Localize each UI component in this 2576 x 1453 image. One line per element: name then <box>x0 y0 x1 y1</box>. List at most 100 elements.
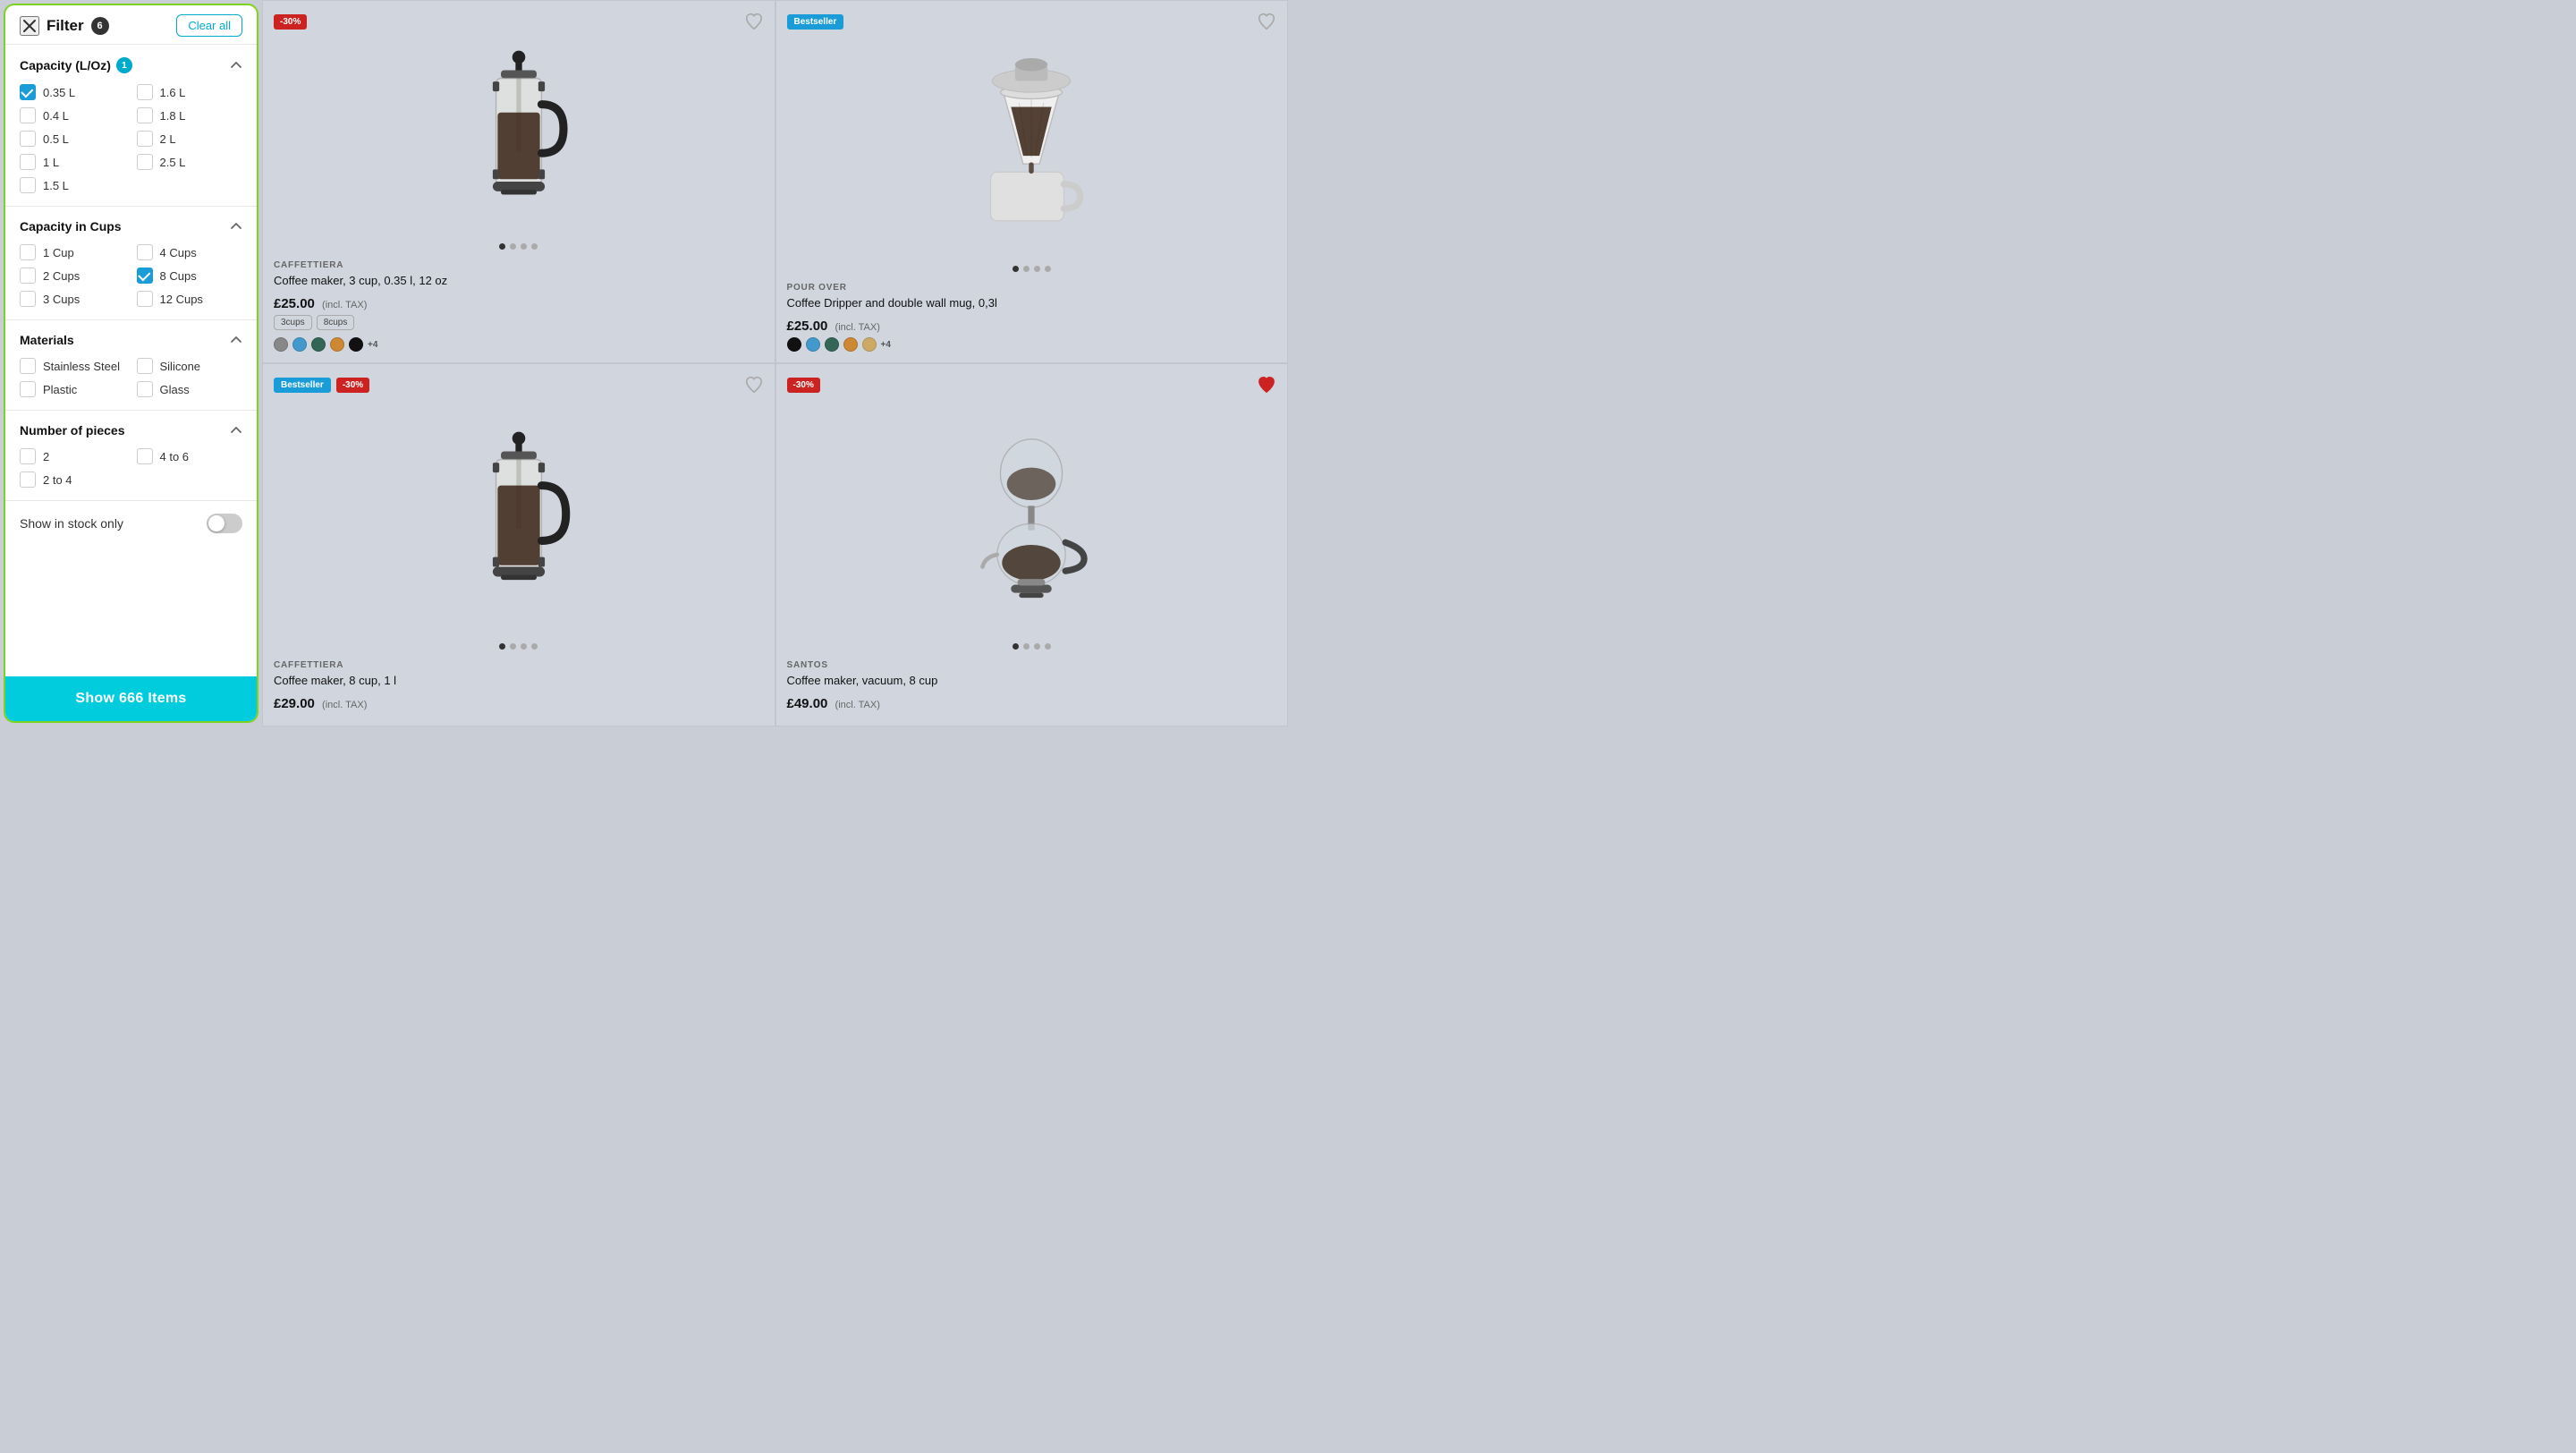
card4-tax: (incl. TAX) <box>835 700 880 710</box>
checkbox-2pieces-box[interactable] <box>20 448 36 464</box>
checkbox-glass-box[interactable] <box>137 381 153 397</box>
card2-name: Coffee Dripper and double wall mug, 0,3l <box>787 296 1277 311</box>
product-card-3: Bestseller -30% <box>262 363 775 726</box>
checkbox-4cups-label: 4 Cups <box>160 246 197 259</box>
checkbox-8cups-box[interactable] <box>137 268 153 284</box>
checkbox-glass[interactable]: Glass <box>137 381 243 397</box>
checkbox-3cups-box[interactable] <box>20 291 36 307</box>
checkbox-25l[interactable]: 2.5 L <box>137 154 243 170</box>
card1-dots <box>274 243 764 250</box>
checkbox-1cup[interactable]: 1 Cup <box>20 244 126 260</box>
num-pieces-options: 2 4 to 6 2 to 4 <box>20 448 242 488</box>
checkbox-04l-box[interactable] <box>20 107 36 123</box>
checkbox-2pieces[interactable]: 2 <box>20 448 126 464</box>
checkbox-plastic-box[interactable] <box>20 381 36 397</box>
checkbox-1l[interactable]: 1 L <box>20 154 126 170</box>
card2-image <box>787 37 1277 259</box>
checkbox-15l-box[interactable] <box>20 177 36 193</box>
checkbox-stainless[interactable]: Stainless Steel <box>20 358 126 374</box>
checkbox-4cups[interactable]: 4 Cups <box>137 244 243 260</box>
checkbox-18l[interactable]: 1.8 L <box>137 107 243 123</box>
clear-all-button[interactable]: Clear all <box>176 14 242 37</box>
checkbox-plastic[interactable]: Plastic <box>20 381 126 397</box>
checkbox-1cup-label: 1 Cup <box>43 246 74 259</box>
card3-product-image <box>456 429 581 608</box>
card2-tax: (incl. TAX) <box>835 322 880 333</box>
show-in-stock-toggle[interactable] <box>207 514 242 533</box>
checkbox-4to6-box[interactable] <box>137 448 153 464</box>
card1-wishlist-button[interactable] <box>744 12 764 31</box>
swatch-blue[interactable] <box>806 337 820 352</box>
filter-title: Filter <box>47 17 84 35</box>
checkbox-2cups-box[interactable] <box>20 268 36 284</box>
dot <box>521 643 527 650</box>
card4-image <box>787 400 1277 636</box>
swatch-black[interactable] <box>787 337 801 352</box>
checkbox-035l-label: 0.35 L <box>43 86 75 99</box>
dot-active <box>1013 643 1019 650</box>
checkbox-2l-box[interactable] <box>137 131 153 147</box>
card1-size-tags: 3cups 8cups <box>274 315 764 330</box>
checkbox-04l[interactable]: 0.4 L <box>20 107 126 123</box>
checkbox-18l-box[interactable] <box>137 107 153 123</box>
capacity-loz-options: 0.35 L 1.6 L 0.4 L 1.8 L 0.5 L <box>20 84 242 193</box>
materials-header[interactable]: Materials <box>20 333 242 347</box>
swatch-brown[interactable] <box>330 337 344 352</box>
close-filter-button[interactable] <box>20 16 39 36</box>
checkbox-05l[interactable]: 0.5 L <box>20 131 126 147</box>
card2-wishlist-button[interactable] <box>1257 12 1276 31</box>
checkbox-2to4[interactable]: 2 to 4 <box>20 472 126 488</box>
checkbox-035l-box[interactable] <box>20 84 36 100</box>
card3-info: CAFFETTIERA Coffee maker, 8 cup, 1 l £29… <box>274 655 764 715</box>
checkbox-25l-label: 2.5 L <box>160 156 186 169</box>
checkbox-12cups[interactable]: 12 Cups <box>137 291 243 307</box>
checkbox-12cups-box[interactable] <box>137 291 153 307</box>
checkbox-05l-box[interactable] <box>20 131 36 147</box>
size-tag-8cups[interactable]: 8cups <box>317 315 355 330</box>
swatch-blue[interactable] <box>292 337 307 352</box>
checkbox-2cups[interactable]: 2 Cups <box>20 268 126 284</box>
checkbox-4cups-box[interactable] <box>137 244 153 260</box>
checkbox-035l[interactable]: 0.35 L <box>20 84 126 100</box>
checkbox-2to4-label: 2 to 4 <box>43 473 72 487</box>
card3-wishlist-button[interactable] <box>744 375 764 395</box>
checkbox-3cups[interactable]: 3 Cups <box>20 291 126 307</box>
swatch-teal[interactable] <box>311 337 326 352</box>
card2-swatch-more: +4 <box>881 340 891 350</box>
checkbox-16l-box[interactable] <box>137 84 153 100</box>
product-card-4: -30% <box>775 363 1289 726</box>
swatch-amber[interactable] <box>843 337 858 352</box>
show-items-button[interactable]: Show 666 Items <box>5 676 257 721</box>
card4-top-bar: -30% <box>787 375 1277 395</box>
swatch-tan[interactable] <box>862 337 877 352</box>
capacity-cups-header[interactable]: Capacity in Cups <box>20 219 242 234</box>
checkbox-1l-box[interactable] <box>20 154 36 170</box>
checkbox-25l-box[interactable] <box>137 154 153 170</box>
capacity-cups-chevron <box>230 220 242 233</box>
card2-price: £25.00 (incl. TAX) <box>787 319 1277 334</box>
checkbox-2to4-box[interactable] <box>20 472 36 488</box>
checkbox-2l[interactable]: 2 L <box>137 131 243 147</box>
checkbox-16l[interactable]: 1.6 L <box>137 84 243 100</box>
capacity-loz-header[interactable]: Capacity (L/Oz) 1 <box>20 57 242 73</box>
checkbox-silicone[interactable]: Silicone <box>137 358 243 374</box>
dot <box>531 243 538 250</box>
size-tag-3cups[interactable]: 3cups <box>274 315 312 330</box>
num-pieces-title: Number of pieces <box>20 423 124 438</box>
card3-top-bar: Bestseller -30% <box>274 375 764 395</box>
checkbox-4to6[interactable]: 4 to 6 <box>137 448 243 464</box>
card4-wishlist-button[interactable] <box>1257 375 1276 395</box>
checkbox-8cups[interactable]: 8 Cups <box>137 268 243 284</box>
checkbox-silicone-label: Silicone <box>160 360 201 373</box>
checkbox-18l-label: 1.8 L <box>160 109 186 123</box>
num-pieces-header[interactable]: Number of pieces <box>20 423 242 438</box>
swatch-black[interactable] <box>349 337 363 352</box>
checkbox-1cup-box[interactable] <box>20 244 36 260</box>
dot <box>510 243 516 250</box>
swatch-teal[interactable] <box>825 337 839 352</box>
swatch-gray[interactable] <box>274 337 288 352</box>
checkbox-stainless-box[interactable] <box>20 358 36 374</box>
checkbox-silicone-box[interactable] <box>137 358 153 374</box>
checkbox-15l[interactable]: 1.5 L <box>20 177 126 193</box>
card2-bestseller-badge: Bestseller <box>787 14 844 30</box>
